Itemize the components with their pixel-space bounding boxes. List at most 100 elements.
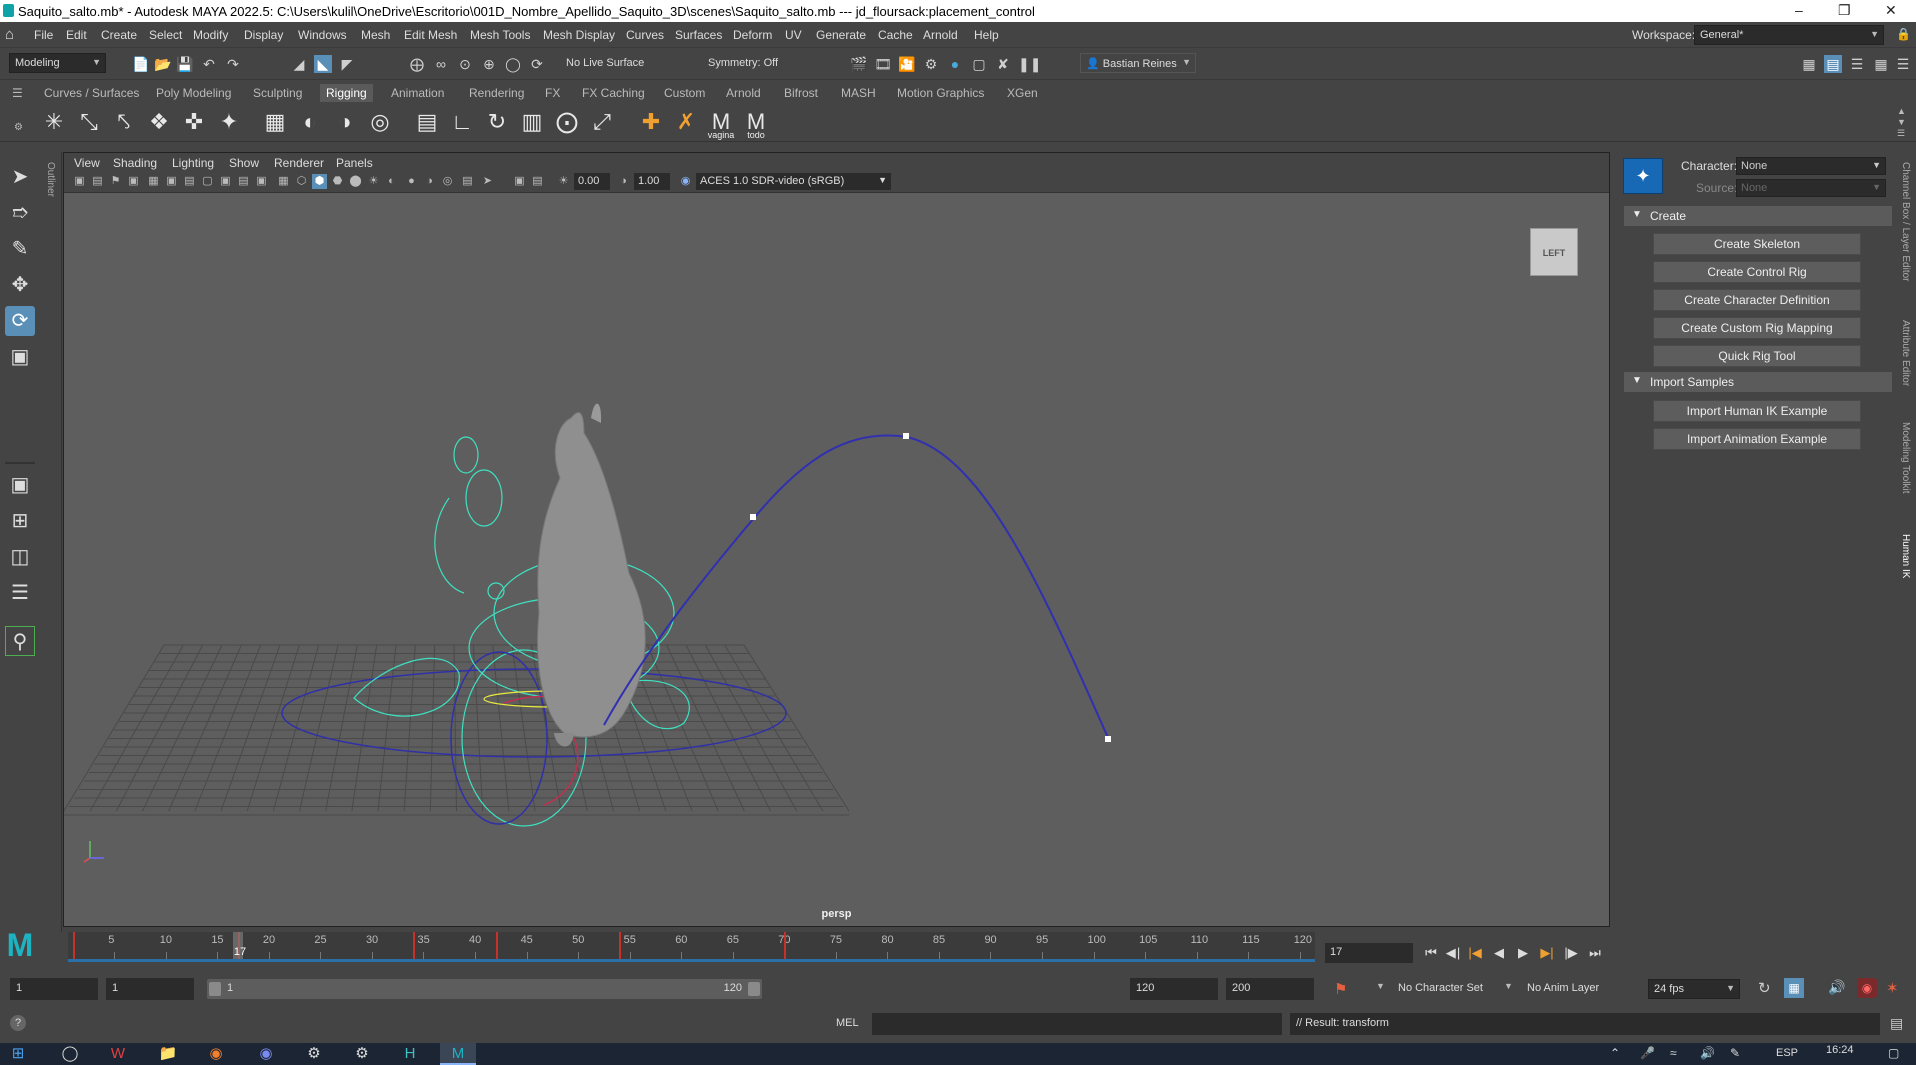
tab-sculpting[interactable]: Sculpting: [247, 84, 308, 102]
human-ik-icon[interactable]: ✦: [214, 107, 244, 137]
color-management-icon[interactable]: ◉: [678, 174, 693, 189]
section-create[interactable]: ▼ Create: [1624, 206, 1892, 226]
lattice-icon[interactable]: ◑: [330, 107, 360, 137]
firefox-icon[interactable]: ◉: [198, 1043, 234, 1065]
keyframe-marker[interactable]: [495, 932, 498, 962]
step-forward-key-icon[interactable]: ▶|: [1537, 943, 1557, 963]
snap-surface-icon[interactable]: ◯: [504, 55, 522, 73]
attribute-editor-tab[interactable]: Attribute Editor: [1900, 320, 1911, 386]
layers-icon[interactable]: ☰: [1894, 55, 1912, 73]
render-seq-icon[interactable]: 🎞: [874, 55, 892, 73]
steam-2-icon[interactable]: ⚙: [344, 1043, 380, 1065]
menu-mesh[interactable]: Mesh: [361, 28, 390, 42]
outliner-strip[interactable]: Outliner: [40, 152, 62, 932]
xray-active-icon[interactable]: ▤: [530, 174, 545, 189]
home-icon[interactable]: ⌂: [5, 26, 14, 43]
play-forwards-icon[interactable]: ▶: [1513, 943, 1533, 963]
camera-select-icon[interactable]: ▣: [72, 174, 87, 189]
symmetry-dropdown[interactable]: Symmetry: Off: [702, 53, 798, 73]
step-back-frame-icon[interactable]: ◀ |: [1443, 943, 1463, 963]
character-dropdown[interactable]: None ▼: [1736, 157, 1886, 175]
scene-start-field[interactable]: 1: [10, 978, 98, 1000]
cluster-icon[interactable]: ▤: [412, 107, 442, 137]
camera-attr-icon[interactable]: ▤: [90, 174, 105, 189]
panel-menu-lighting[interactable]: Lighting: [172, 156, 214, 170]
two-view-icon[interactable]: ◫: [5, 542, 35, 572]
menu-modify[interactable]: Modify: [193, 28, 228, 42]
xray-joints-icon[interactable]: ▣: [512, 174, 527, 189]
select-object-icon[interactable]: ◣: [314, 55, 332, 73]
wireframe-icon[interactable]: ⬡: [294, 174, 309, 189]
maya-taskbar-icon[interactable]: M: [440, 1043, 476, 1065]
scale-constraint-icon[interactable]: ▥: [517, 107, 547, 137]
trail-key-point-2[interactable]: [903, 433, 909, 439]
textured-icon[interactable]: ⬤: [348, 174, 363, 189]
tab-arnold[interactable]: Arnold: [720, 84, 767, 102]
panel-menu-panels[interactable]: Panels: [336, 156, 373, 170]
keyframe-marker[interactable]: [413, 932, 416, 962]
range-handle-start[interactable]: [209, 982, 221, 996]
outliner-label[interactable]: Outliner: [45, 162, 56, 197]
viewcube[interactable]: LEFT: [1530, 228, 1578, 276]
notifications-icon[interactable]: ▢: [1888, 1046, 1899, 1060]
playback-end-field[interactable]: 120: [1130, 978, 1218, 1000]
locator-icon[interactable]: ✚: [636, 107, 666, 137]
menu-windows[interactable]: Windows: [298, 28, 347, 42]
tab-animation[interactable]: Animation: [385, 84, 450, 102]
discord-icon[interactable]: ◉: [248, 1043, 284, 1065]
menu-display[interactable]: Display: [244, 28, 283, 42]
minimize-button[interactable]: –: [1795, 2, 1803, 18]
create-control-rig-button[interactable]: Create Control Rig: [1653, 261, 1861, 283]
ambient-occlusion-icon[interactable]: ●: [404, 174, 419, 189]
arnold-render-icon[interactable]: ▢: [970, 55, 988, 73]
language-indicator[interactable]: ESP: [1776, 1047, 1798, 1059]
tab-mash[interactable]: MASH: [835, 84, 882, 102]
animation-prefs-icon[interactable]: ✶: [1886, 979, 1899, 997]
live-surface-field[interactable]: No Live Surface: [560, 53, 656, 73]
auto-key-toggle-icon[interactable]: ◉: [1857, 978, 1877, 998]
range-slider[interactable]: 1 120: [207, 979, 762, 999]
orient-constraint-icon[interactable]: ↻: [482, 107, 512, 137]
menu-create[interactable]: Create: [101, 28, 137, 42]
cache-playback-icon[interactable]: ▦: [1784, 978, 1804, 998]
workspace-dropdown[interactable]: General* ▼: [1694, 25, 1884, 45]
menu-deform[interactable]: Deform: [733, 28, 772, 42]
quick-rig-tool-button[interactable]: Quick Rig Tool: [1653, 345, 1861, 367]
menu-surfaces[interactable]: Surfaces: [675, 28, 722, 42]
tab-xgen[interactable]: XGen: [1001, 84, 1044, 102]
bookmark-icon[interactable]: ⚑: [108, 174, 123, 189]
panel-menu-view[interactable]: View: [74, 156, 100, 170]
keyframe-marker[interactable]: [73, 932, 75, 962]
tab-fx[interactable]: FX: [539, 84, 566, 102]
tool-settings-icon[interactable]: ☰: [1848, 55, 1866, 73]
create-character-definition-button[interactable]: Create Character Definition: [1653, 289, 1861, 311]
menu-curves[interactable]: Curves: [626, 28, 664, 42]
open-scene-icon[interactable]: 📂: [154, 55, 172, 73]
lock-icon[interactable]: 🔒: [1896, 27, 1911, 41]
pause-icon[interactable]: ❚❚: [1018, 55, 1041, 73]
restore-button[interactable]: ❐: [1838, 2, 1851, 19]
tab-custom[interactable]: Custom: [658, 84, 711, 102]
import-animation-example-button[interactable]: Import Animation Example: [1653, 428, 1861, 450]
start-icon[interactable]: ⊞: [0, 1043, 36, 1065]
help-line-icon[interactable]: ?: [10, 1015, 26, 1031]
steam-icon[interactable]: ⚙: [296, 1043, 332, 1065]
point-constraint-icon[interactable]: ∟: [447, 107, 477, 137]
wire-on-shaded-icon[interactable]: ⬣: [330, 174, 345, 189]
colorspace-dropdown[interactable]: ACES 1.0 SDR-video (sRGB) ▼: [696, 173, 891, 190]
rig-control-curve[interactable]: [543, 737, 579, 806]
paint-select-icon[interactable]: ✎: [5, 234, 35, 264]
current-frame-field[interactable]: 17: [1325, 943, 1413, 963]
attribute-editor-toggle-icon[interactable]: ▤: [1824, 55, 1842, 73]
close-button[interactable]: ✕: [1885, 2, 1897, 19]
image-plane-icon[interactable]: ▣: [126, 174, 141, 189]
lasso-tool-icon[interactable]: ➱: [5, 198, 35, 228]
save-scene-icon[interactable]: 💾: [176, 55, 194, 73]
range-handle-end[interactable]: [748, 982, 760, 996]
character-set-dropdown[interactable]: No Character Set: [1398, 982, 1483, 994]
redo-icon[interactable]: ↷: [224, 55, 242, 73]
ik-handle-icon[interactable]: ⤡: [74, 107, 104, 137]
sound-icon[interactable]: 🔊: [1828, 979, 1845, 996]
anti-alias-icon[interactable]: ◎: [440, 174, 455, 189]
select-component-icon[interactable]: ◤: [338, 55, 356, 73]
